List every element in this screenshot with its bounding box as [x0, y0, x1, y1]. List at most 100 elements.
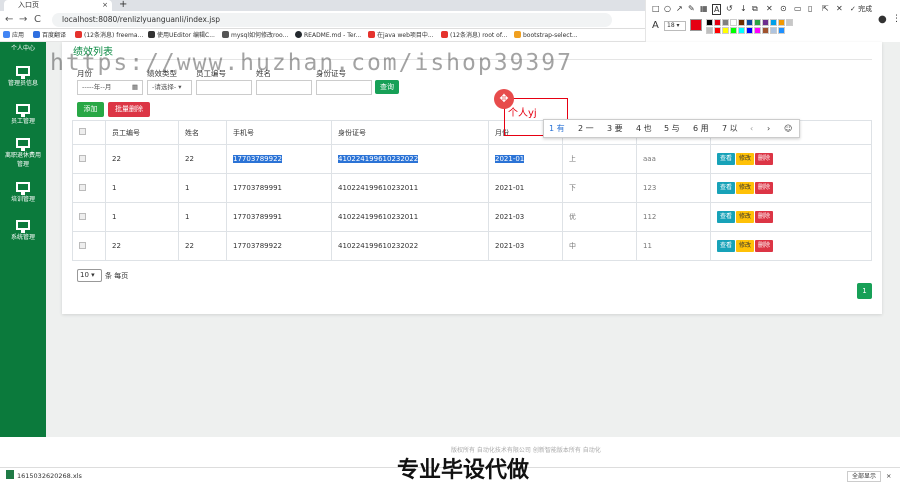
- ime-candidate[interactable]: 6 用: [693, 120, 709, 138]
- ime-candidate[interactable]: 2 一: [578, 120, 594, 138]
- ime-candidate[interactable]: 4 也: [636, 120, 652, 138]
- table-row[interactable]: 1 1 17703789991 410224199610232011 2021-01 下 1…: [72, 173, 872, 203]
- ime-candidate[interactable]: 7 以: [722, 120, 738, 138]
- ime-candidate[interactable]: 3 要: [607, 120, 623, 138]
- account-icon[interactable]: ●: [878, 14, 887, 25]
- text-tool-icon[interactable]: A: [712, 4, 722, 15]
- color-swatch[interactable]: [730, 19, 737, 26]
- type-select[interactable]: -请选择- ▾: [147, 80, 192, 95]
- done-button[interactable]: ✓ 完成: [850, 4, 872, 14]
- translate-icon[interactable]: ▭: [794, 4, 802, 13]
- long-shot-icon[interactable]: ▯: [808, 4, 812, 13]
- delete-button[interactable]: 删除: [755, 153, 774, 165]
- select-all-checkbox[interactable]: [79, 128, 86, 135]
- download-item[interactable]: 1615032620268.xls: [6, 468, 82, 485]
- undo-icon[interactable]: ↺: [726, 4, 733, 13]
- view-button[interactable]: 查看: [717, 153, 736, 165]
- query-button[interactable]: 查询: [375, 80, 399, 94]
- ime-next-icon[interactable]: ›: [767, 120, 770, 138]
- sidebar-item-training[interactable]: 培训管理: [0, 182, 46, 203]
- color-swatch[interactable]: [738, 27, 745, 34]
- bookmark-item[interactable]: bootstrap-select...: [514, 29, 578, 42]
- arrow-tool-icon[interactable]: ↗: [676, 4, 683, 13]
- sidebar-item-retirement[interactable]: 离职退休费用管理: [0, 138, 46, 168]
- forward-icon[interactable]: →: [19, 14, 27, 25]
- browser-tab[interactable]: 入口页 ×: [4, 0, 112, 11]
- id-input[interactable]: [316, 80, 372, 95]
- color-swatch[interactable]: [762, 27, 769, 34]
- rect-tool-icon[interactable]: □: [652, 4, 660, 13]
- pen-tool-icon[interactable]: ✎: [688, 4, 695, 13]
- mosaic-tool-icon[interactable]: ▦: [700, 4, 708, 13]
- delete-button[interactable]: 删除: [755, 182, 774, 194]
- table-row[interactable]: 22 22 17703789922 410224199610232022 2021-01…: [72, 144, 872, 174]
- delete-button[interactable]: 删除: [755, 211, 774, 223]
- back-icon[interactable]: ←: [5, 14, 13, 25]
- table-row[interactable]: 1 1 17703789991 410224199610232011 2021-03 优 1…: [72, 202, 872, 232]
- color-swatch[interactable]: [754, 19, 761, 26]
- edit-button[interactable]: 修改: [736, 182, 755, 194]
- color-swatch[interactable]: [770, 27, 777, 34]
- bookmark-item[interactable]: (12条消息) freema...: [75, 29, 143, 42]
- ime-prev-icon[interactable]: ‹: [750, 120, 753, 138]
- color-swatch[interactable]: [722, 27, 729, 34]
- edit-button[interactable]: 修改: [736, 211, 755, 223]
- close-tool-icon[interactable]: ✕: [836, 4, 843, 13]
- sidebar-header[interactable]: 个人中心: [0, 43, 46, 52]
- page-size-select[interactable]: 10 ▾: [77, 269, 102, 282]
- name-input[interactable]: [256, 80, 312, 95]
- font-size-select[interactable]: 18 ▾: [664, 21, 686, 31]
- color-swatch[interactable]: [706, 27, 713, 34]
- sidebar-item-employees[interactable]: 员工管理: [0, 104, 46, 125]
- bookmark-item[interactable]: mysql如何修改roo...: [222, 29, 288, 42]
- delete-button[interactable]: 删除: [755, 240, 774, 252]
- row-checkbox[interactable]: [79, 183, 86, 191]
- color-swatch[interactable]: [762, 19, 769, 26]
- sidebar-item-system[interactable]: 系统管理: [0, 220, 46, 241]
- sidebar-item-admin[interactable]: 管理员信息: [0, 66, 46, 87]
- ime-candidate[interactable]: 1 有: [549, 120, 565, 138]
- row-checkbox[interactable]: [79, 241, 86, 249]
- menu-icon[interactable]: ⋮: [892, 14, 900, 24]
- add-button[interactable]: 添加: [77, 102, 104, 117]
- color-swatch[interactable]: [714, 19, 721, 26]
- new-tab-button[interactable]: +: [119, 0, 127, 10]
- color-swatch[interactable]: [714, 27, 721, 34]
- show-all-button[interactable]: 全部显示: [847, 471, 882, 482]
- color-swatch[interactable]: [778, 19, 785, 26]
- emp-no-input[interactable]: [196, 80, 252, 95]
- share-icon[interactable]: ⇱: [822, 4, 829, 13]
- color-swatch[interactable]: [778, 27, 785, 34]
- color-swatch[interactable]: [738, 19, 745, 26]
- color-swatch[interactable]: [786, 19, 793, 26]
- edit-button[interactable]: 修改: [736, 153, 755, 165]
- copy-icon[interactable]: ⧉: [752, 4, 758, 14]
- ocr-icon[interactable]: ⊙: [780, 4, 787, 13]
- close-download-bar-icon[interactable]: ×: [886, 468, 891, 485]
- color-swatch[interactable]: [706, 19, 713, 26]
- ellipse-tool-icon[interactable]: ○: [664, 4, 671, 13]
- bookmark-item[interactable]: (12条消息) root of...: [441, 29, 507, 42]
- view-button[interactable]: 查看: [717, 240, 736, 252]
- page-1-button[interactable]: 1: [857, 283, 872, 299]
- bookmark-item[interactable]: 应用: [3, 29, 24, 42]
- emoji-icon[interactable]: ☺: [784, 120, 792, 138]
- color-swatch[interactable]: [754, 27, 761, 34]
- tab-close-icon[interactable]: ×: [102, 0, 108, 11]
- color-swatch[interactable]: [770, 19, 777, 26]
- view-button[interactable]: 查看: [717, 182, 736, 194]
- save-icon[interactable]: ↓: [740, 4, 747, 13]
- bookmark-item[interactable]: 百度翻译: [33, 29, 66, 42]
- batch-delete-button[interactable]: 批量删除: [108, 102, 150, 117]
- move-handle-icon[interactable]: ✥: [494, 89, 514, 109]
- row-checkbox[interactable]: [79, 154, 86, 162]
- url-field[interactable]: localhost:8080/renlizlyuanguanli/index.j…: [52, 13, 612, 27]
- reload-icon[interactable]: C: [34, 14, 41, 25]
- edit-button[interactable]: 修改: [736, 240, 755, 252]
- month-input[interactable]: -----年--月 ▦: [77, 80, 143, 95]
- color-swatch[interactable]: [722, 19, 729, 26]
- color-swatch[interactable]: [746, 27, 753, 34]
- color-swatch[interactable]: [730, 27, 737, 34]
- bookmark-item[interactable]: README.md - Ter...: [295, 29, 361, 42]
- view-button[interactable]: 查看: [717, 211, 736, 223]
